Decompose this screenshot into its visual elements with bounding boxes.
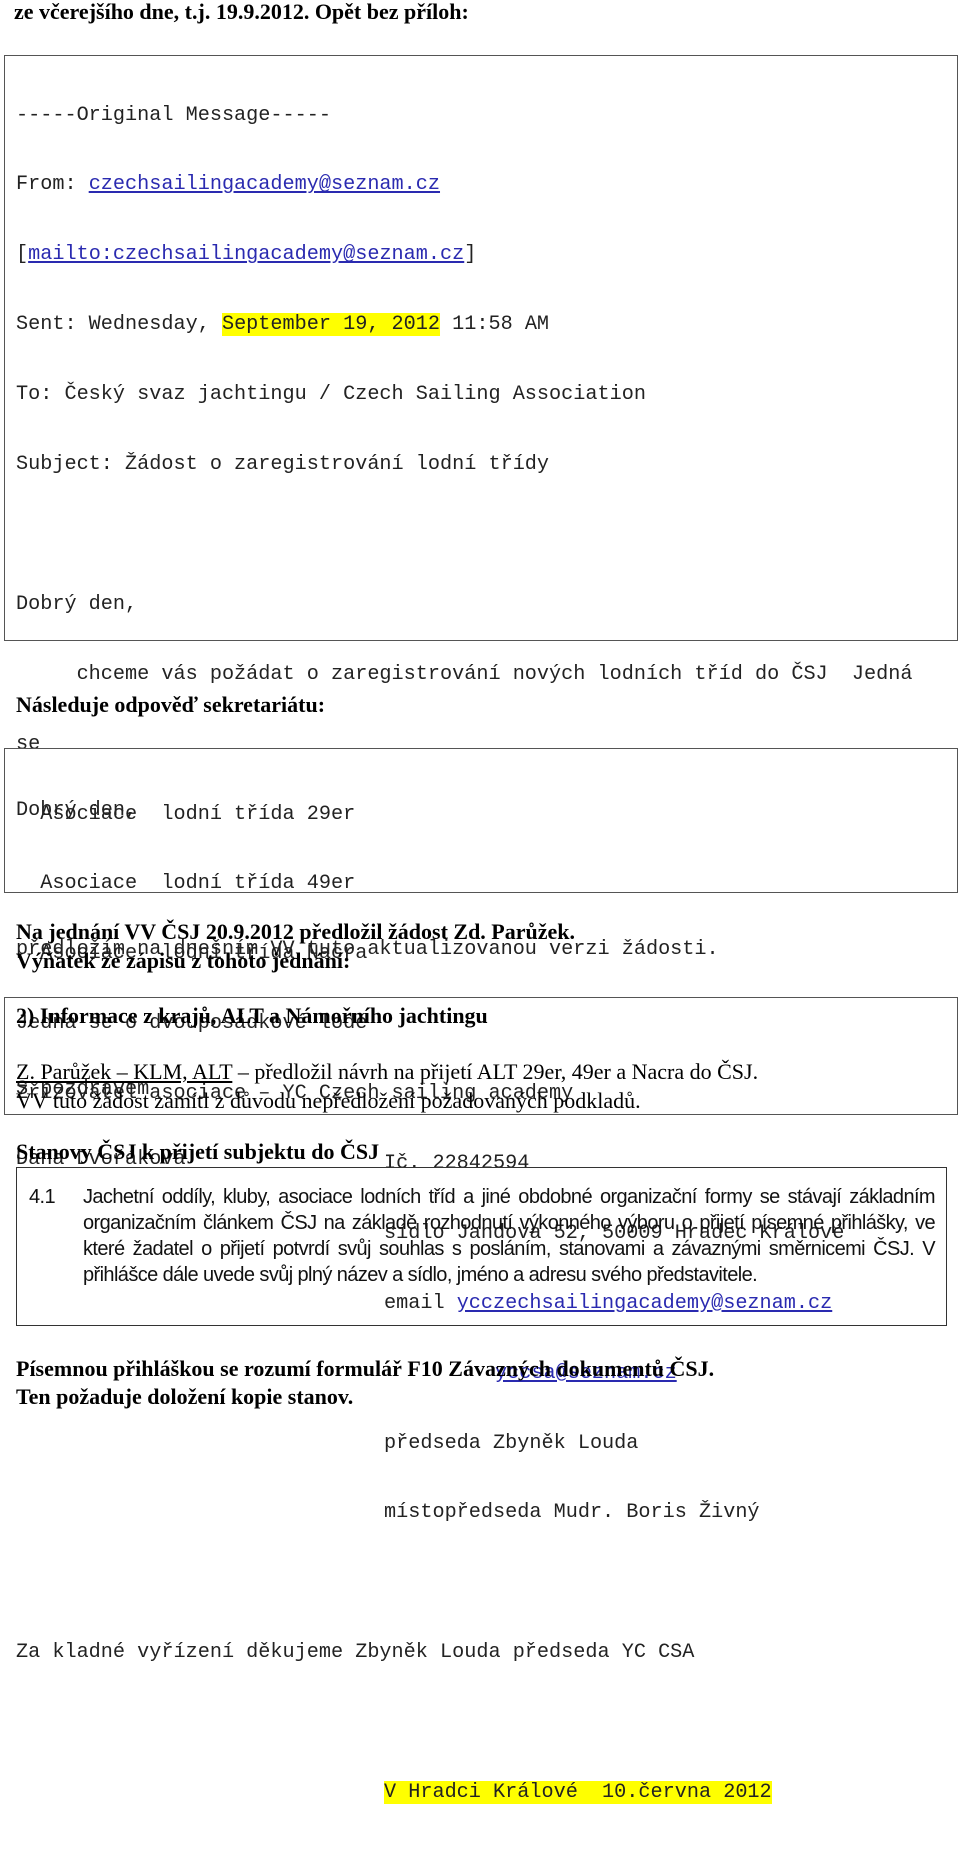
minutes-box: 2) Informace z krajů, ALT a Námořního ja… <box>4 997 958 1115</box>
minutes-heading: Výňatek ze zápisu z tohoto jednání: <box>16 948 351 973</box>
email-chairman: předseda Zbyněk Louda <box>384 1431 639 1455</box>
email-to: To: Český svaz jachtingu / Czech Sailing… <box>16 383 646 407</box>
email-mailto: [mailto:czechsailingacademy@seznam.cz] <box>16 243 477 267</box>
email-body-line: chceme vás požádat o zaregistrování nový… <box>16 662 913 686</box>
email-greeting: Dobrý den, <box>16 592 138 616</box>
footer-line: Ten požaduje doložení kopie stanov. <box>16 1384 354 1409</box>
statute-excerpt: 4.1 Jachetní oddíly, kluby, asociace lod… <box>16 1167 947 1326</box>
email-from: From: czechsailingacademy@seznam.cz <box>16 173 441 197</box>
email-thanks: Za kladné vyřízení děkujeme Zbyněk Louda… <box>16 1641 695 1665</box>
email-subject: Subject: Žádost o zaregistrování lodní t… <box>16 453 550 477</box>
minutes-title: 2) Informace z krajů, ALT a Námořního ja… <box>16 1003 488 1028</box>
reply-greeting: Dobrý den, <box>16 798 138 822</box>
reply-box: Dobrý den, předložím na dnešním VV tuto … <box>4 748 958 1171</box>
email-vice-chairman: místopředseda Mudr. Boris Živný <box>384 1501 760 1525</box>
meeting-heading: Na jednání VV ČSJ 20.9.2012 předložil žá… <box>16 919 576 944</box>
statute-heading: Stanovy ČSJ k přijetí subjektu do ČSJ <box>16 1139 380 1164</box>
footer-line: Písemnou přihláškou se rozumí formulář F… <box>16 1356 715 1381</box>
statute-text: Jachetní oddíly, kluby, asociace lodních… <box>83 1186 936 1286</box>
intro-heading: ze včerejšího dne, t.j. 19.9.2012. Opět … <box>14 0 469 24</box>
statute-number: 4.1 <box>29 1186 56 1208</box>
mailto-link[interactable]: mailto:czechsailingacademy@seznam.cz <box>28 243 464 266</box>
from-email-link[interactable]: czechsailingacademy@seznam.cz <box>89 173 440 196</box>
minutes-person: Z. Parůžek – KLM, ALT <box>16 1059 233 1084</box>
place-date-highlight: V Hradci Králové 10.června 2012 <box>384 1780 772 1804</box>
email-sent: Sent: Wednesday, September 19, 2012 11:5… <box>16 313 550 337</box>
original-email-box: -----Original Message----- From: czechsa… <box>4 55 958 1804</box>
reply-heading: Následuje odpověď sekretariátu: <box>16 692 326 717</box>
email-header-line: -----Original Message----- <box>16 103 331 127</box>
minutes-decision: VV tuto žádost zamítl z důvodu nepředlož… <box>16 1088 641 1113</box>
sent-date-highlight: September 19, 2012 <box>221 313 441 337</box>
